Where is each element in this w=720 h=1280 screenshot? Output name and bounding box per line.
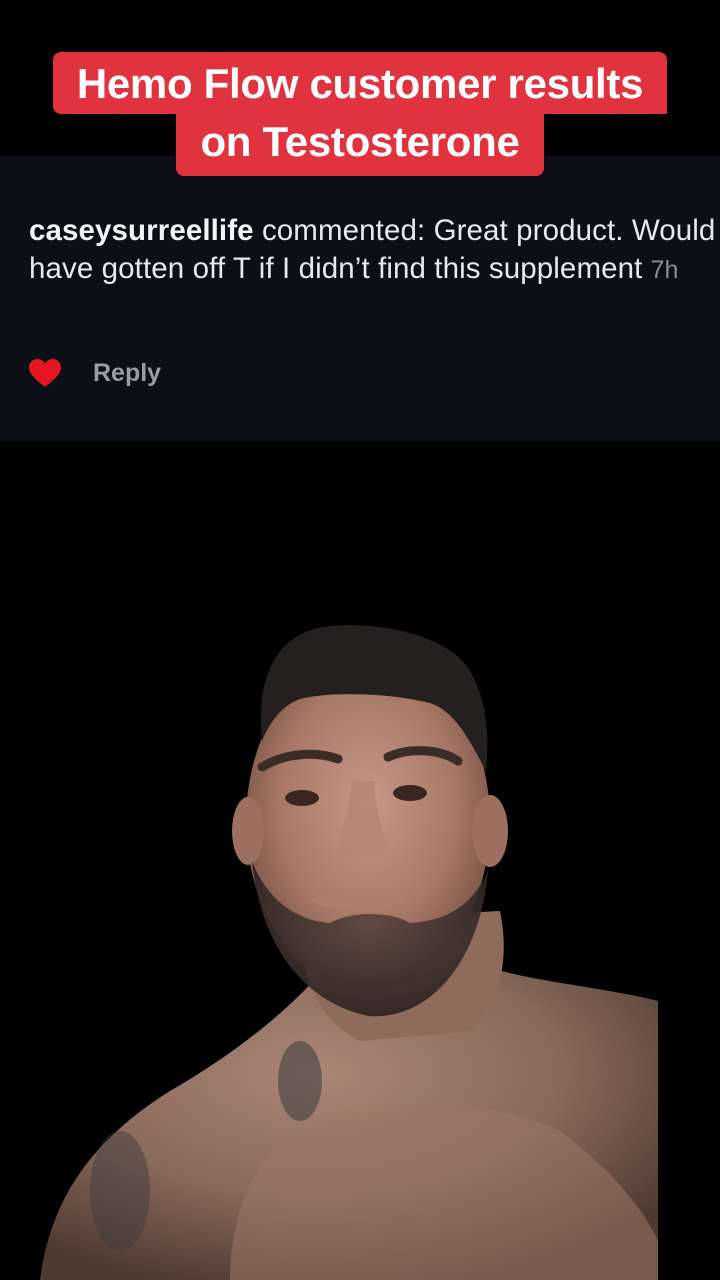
video-frame bbox=[0, 441, 720, 1280]
caption-line-1: Hemo Flow customer results bbox=[52, 52, 668, 114]
reply-button[interactable]: Reply bbox=[93, 359, 161, 388]
comment-body: caseysurreellife commented: Great produc… bbox=[29, 212, 719, 289]
comment-card: caseysurreellife commented: Great produc… bbox=[0, 156, 720, 441]
person-video bbox=[40, 625, 658, 1280]
comment-timestamp: 7h bbox=[650, 256, 679, 284]
video-screen: Hemo Flow customer results on Testostero… bbox=[0, 0, 720, 1280]
comment-username[interactable]: caseysurreellife bbox=[29, 214, 254, 247]
comment-actions: Reply bbox=[28, 356, 161, 390]
caption-overlay: Hemo Flow customer results on Testostero… bbox=[0, 52, 720, 176]
comment-verb: commented: bbox=[261, 214, 426, 247]
caption-line-2: on Testosterone bbox=[176, 112, 544, 176]
heart-icon[interactable] bbox=[28, 358, 62, 388]
